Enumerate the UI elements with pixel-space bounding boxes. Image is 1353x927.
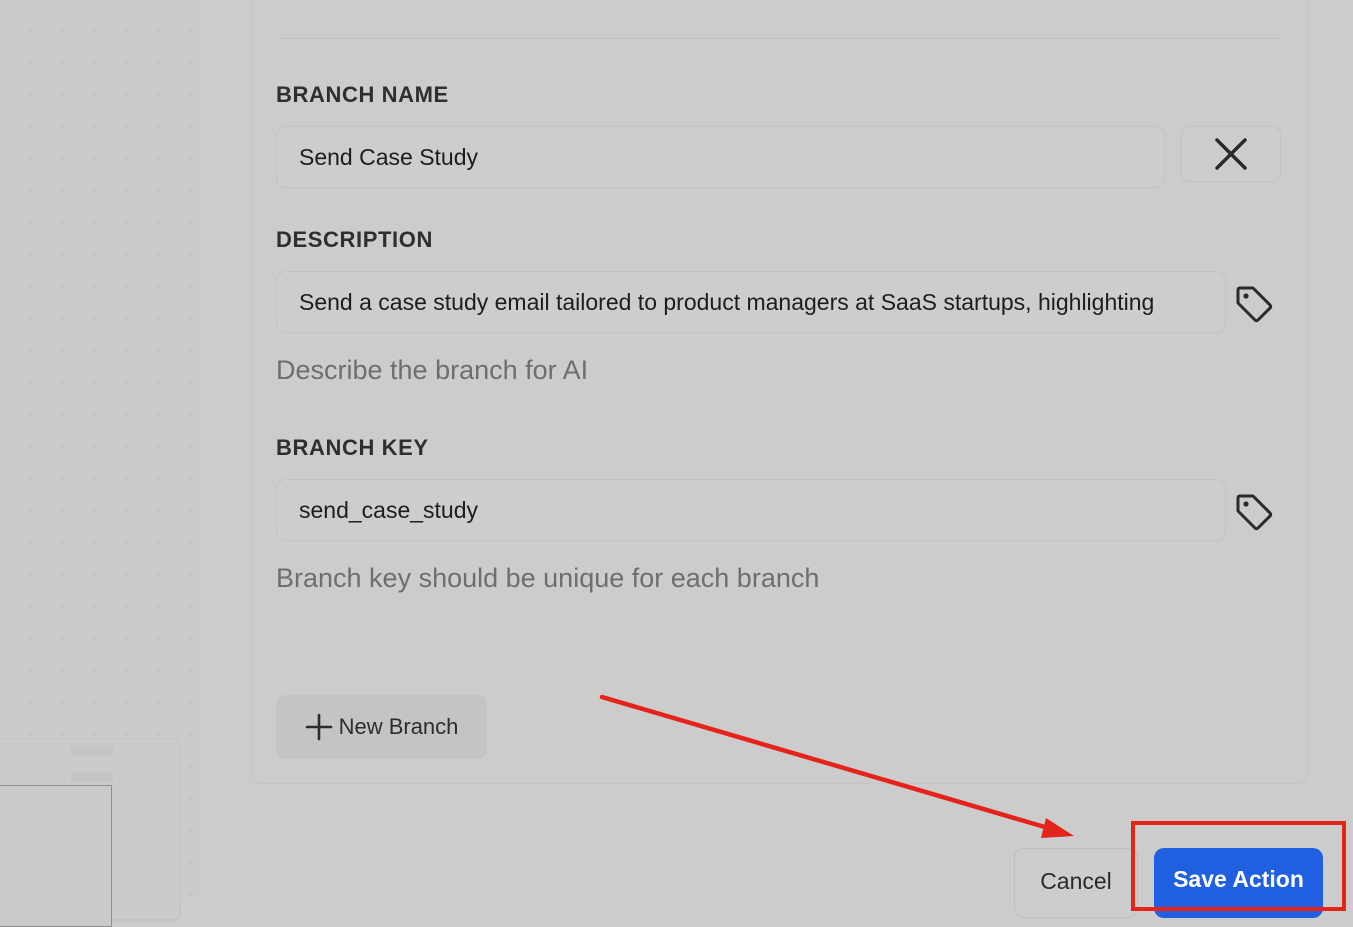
branch-name-value: Send Case Study (299, 143, 479, 170)
tag-icon[interactable] (1234, 492, 1274, 532)
description-value: Send a case study email tailored to prod… (299, 288, 1155, 315)
branch-key-value: send_case_study (299, 496, 479, 523)
branch-name-label: BRANCH NAME (276, 82, 449, 107)
node-line (71, 772, 113, 782)
branch-name-input[interactable]: Send Case Study (276, 126, 1165, 188)
remove-branch-button[interactable] (1181, 126, 1281, 182)
new-branch-button[interactable]: New Branch (276, 695, 487, 759)
branch-key-label: BRANCH KEY (276, 435, 429, 460)
tag-icon[interactable] (1234, 284, 1274, 324)
annotation-highlight-box (1131, 821, 1346, 911)
description-input[interactable]: Send a case study email tailored to prod… (276, 271, 1226, 333)
node-preview-box (0, 785, 112, 927)
description-hint: Describe the branch for AI (276, 355, 589, 385)
branch-key-input[interactable]: send_case_study (276, 479, 1226, 541)
description-label: DESCRIPTION (276, 227, 433, 252)
canvas-node[interactable] (0, 738, 180, 927)
branch-key-hint: Branch key should be unique for each bra… (276, 563, 820, 593)
close-icon (1215, 138, 1247, 170)
new-branch-label: New Branch (338, 714, 459, 739)
panel-divider (276, 38, 1280, 39)
cancel-label: Cancel (1040, 868, 1112, 894)
plus-icon (305, 713, 332, 741)
node-line (71, 745, 113, 755)
cancel-button[interactable]: Cancel (1014, 848, 1138, 918)
branch-panel (251, 0, 1308, 784)
